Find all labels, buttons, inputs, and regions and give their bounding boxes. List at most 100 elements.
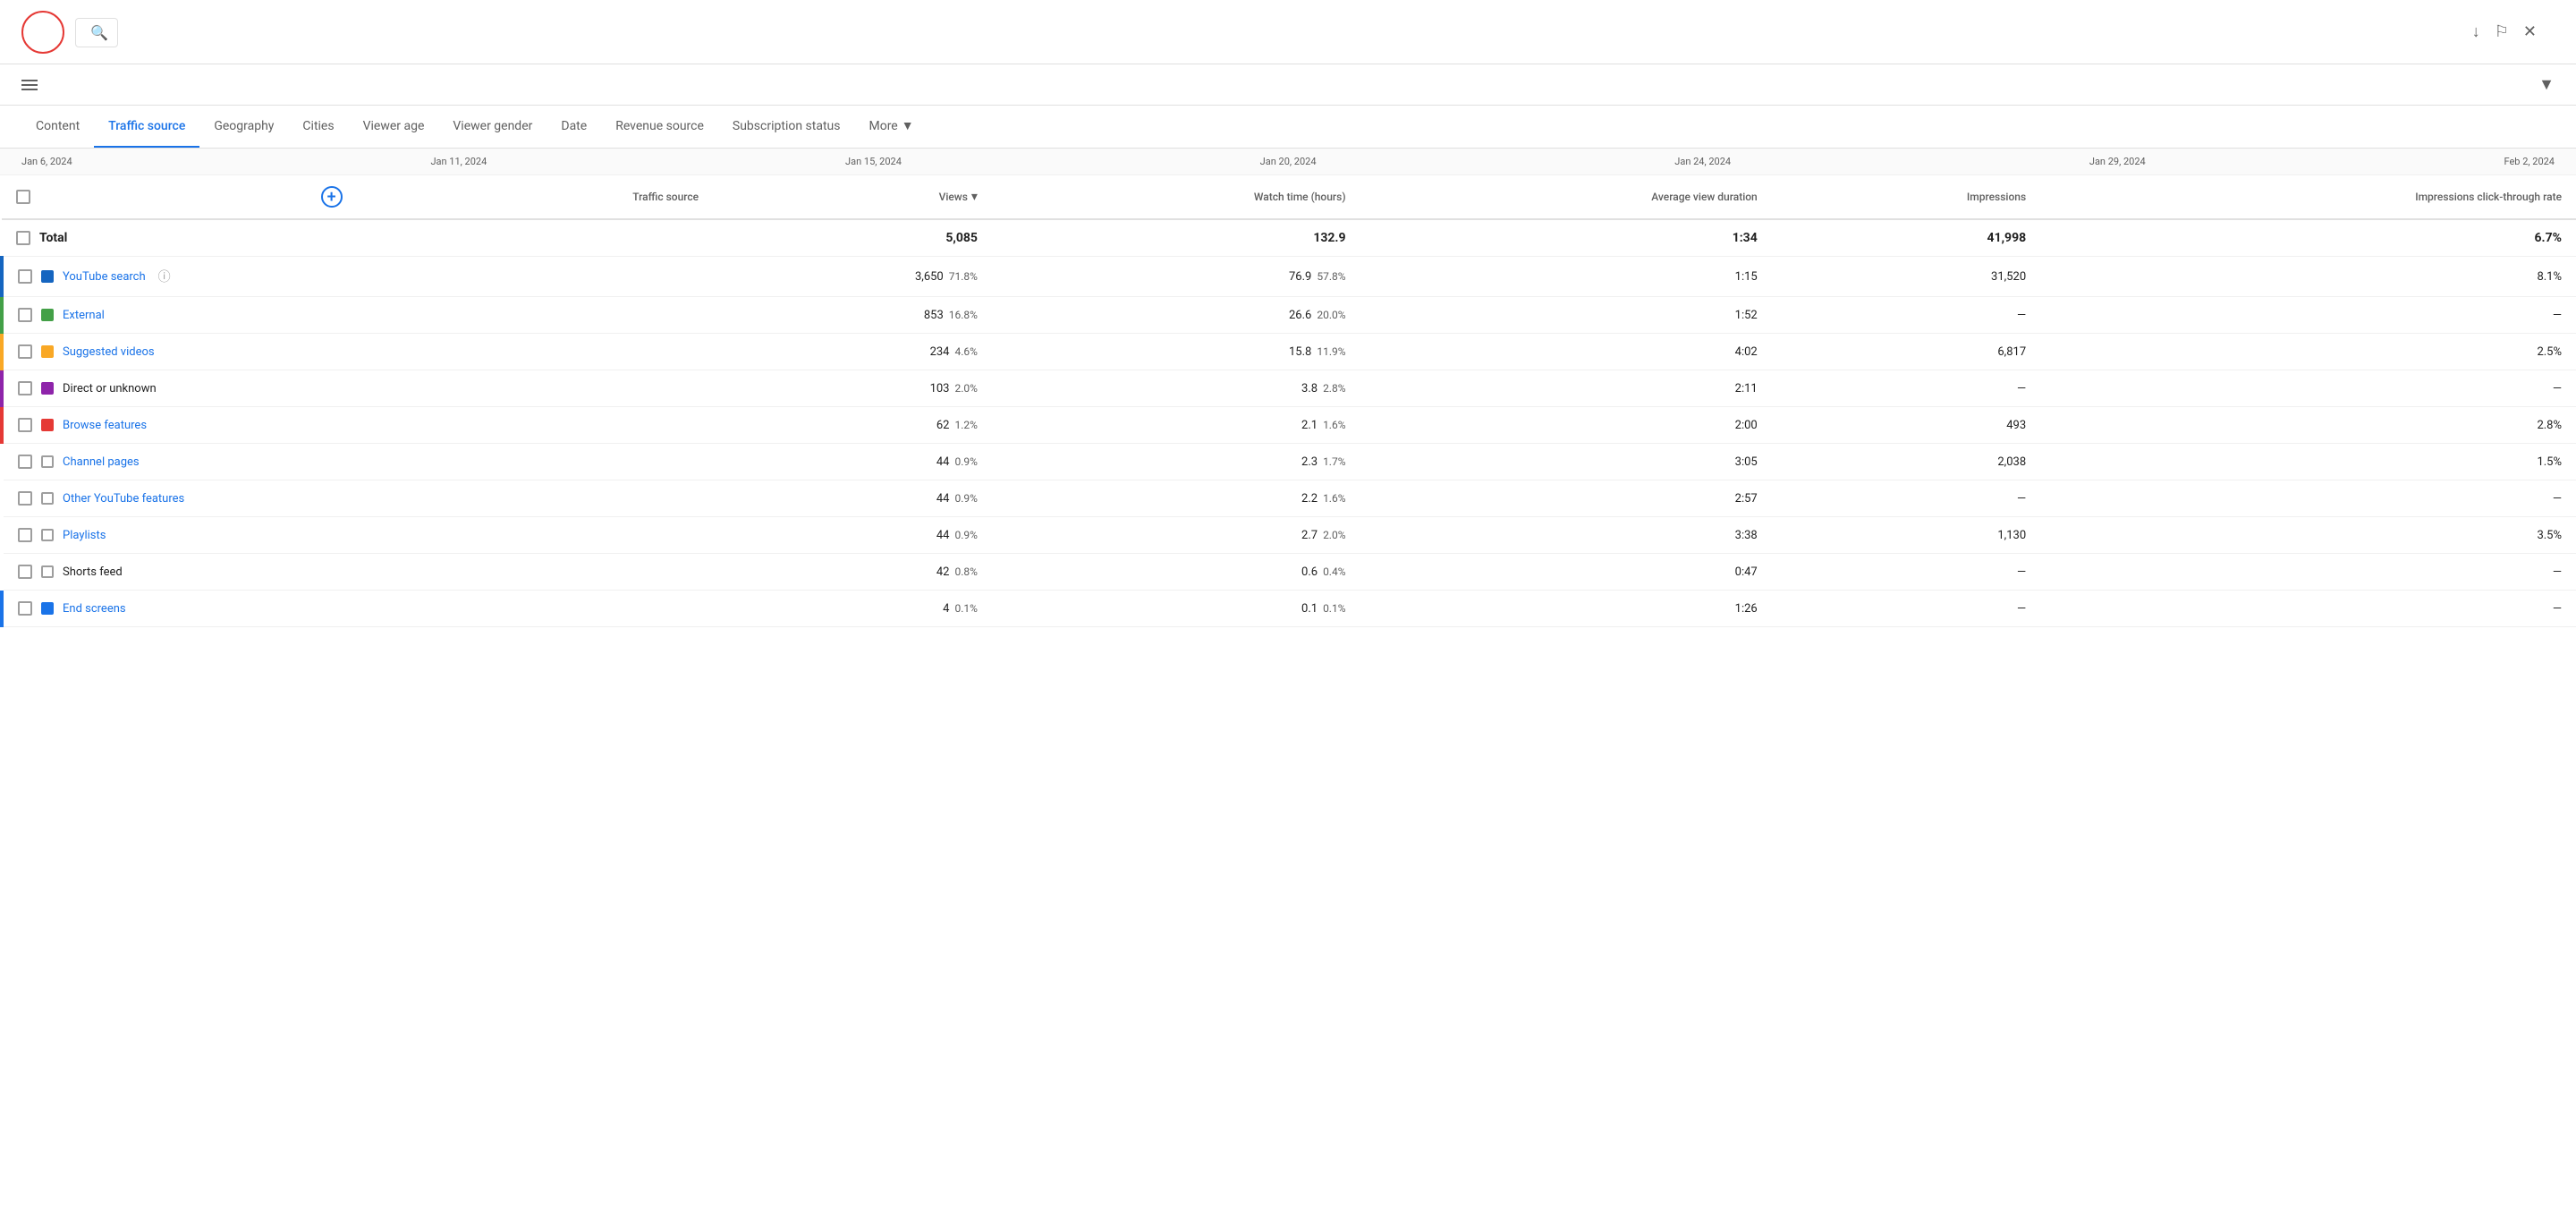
flag-icon[interactable]: ⚐ <box>2495 22 2509 41</box>
row-checkbox[interactable] <box>18 269 32 284</box>
impressions-cell: — <box>1772 480 2040 517</box>
views-cell: 440.9% <box>713 517 992 554</box>
row-checkbox[interactable] <box>18 308 32 322</box>
watch-time-cell: 2.11.6% <box>992 407 1360 444</box>
color-indicator <box>41 270 54 283</box>
date-dropdown-arrow[interactable]: ▼ <box>2538 75 2555 94</box>
row-checkbox[interactable] <box>18 601 32 616</box>
total-impressions: 41,998 <box>1772 219 2040 257</box>
tab-cities[interactable]: Cities <box>288 106 348 149</box>
watch-time-pct: 2.8% <box>1323 382 1345 395</box>
row-checkbox[interactable] <box>18 565 32 579</box>
sort-icon[interactable]: ▾ <box>971 190 978 204</box>
source-cell: Shorts feed <box>2 554 713 591</box>
row-checkbox[interactable] <box>18 528 32 542</box>
ctr-cell: — <box>2040 370 2576 407</box>
source-cell: Suggested videos <box>2 334 713 370</box>
ctr-cell: — <box>2040 480 2576 517</box>
watch-time-pct: 1.6% <box>1323 492 1345 505</box>
header-icons: ↓ ⚐ ✕ <box>2472 22 2537 41</box>
table-row: Direct or unknown 1032.0% 3.82.8% 2:11 —… <box>2 370 2576 407</box>
table-row: External 85316.8% 26.620.0% 1:52 — — <box>2 297 2576 334</box>
source-cell: Other YouTube features <box>2 480 713 517</box>
date-label: Jan 11, 2024 <box>430 156 487 167</box>
views-cell: 2344.6% <box>713 334 992 370</box>
watch-time-cell: 2.21.6% <box>992 480 1360 517</box>
search-icon[interactable]: 🔍 <box>90 24 108 41</box>
download-icon[interactable]: ↓ <box>2472 22 2480 41</box>
impressions-cell: — <box>1772 370 2040 407</box>
filter-icon[interactable] <box>21 80 38 90</box>
impressions-cell: 6,817 <box>1772 334 2040 370</box>
source-link[interactable]: Suggested videos <box>63 345 155 359</box>
source-link[interactable]: Playlists <box>63 529 106 542</box>
source-link[interactable]: YouTube search <box>63 270 146 284</box>
avg-duration-cell: 1:26 <box>1360 591 1772 627</box>
views-pct: 71.8% <box>949 270 978 283</box>
date-label: Jan 24, 2024 <box>1674 156 1731 167</box>
total-checkbox[interactable] <box>16 231 30 245</box>
ctr-cell: 2.8% <box>2040 407 2576 444</box>
source-cell: Direct or unknown <box>2 370 713 407</box>
source-link[interactable]: External <box>63 309 105 322</box>
avg-duration-cell: 2:00 <box>1360 407 1772 444</box>
avg-duration-cell: 1:15 <box>1360 257 1772 297</box>
color-indicator <box>41 455 54 468</box>
views-pct: 2.0% <box>954 382 977 395</box>
total-ctr: 6.7% <box>2040 219 2576 257</box>
date-range-selector[interactable]: ▼ <box>2533 75 2555 94</box>
tab-subscription-status[interactable]: Subscription status <box>718 106 855 149</box>
row-checkbox[interactable] <box>18 455 32 469</box>
tabs-bar: ContentTraffic sourceGeographyCitiesView… <box>0 106 2576 149</box>
views-cell: 40.1% <box>713 591 992 627</box>
add-column-button[interactable]: + <box>321 186 343 208</box>
tab-viewer-age[interactable]: Viewer age <box>349 106 439 149</box>
watch-time-pct: 1.6% <box>1323 419 1345 431</box>
impressions-cell: — <box>1772 591 2040 627</box>
source-cell: External <box>2 297 713 334</box>
tab-viewer-gender[interactable]: Viewer gender <box>438 106 547 149</box>
channel-name-box[interactable]: 🔍 <box>75 18 118 47</box>
views-pct: 1.2% <box>954 419 977 431</box>
table-row: Playlists 440.9% 2.72.0% 3:38 1,130 3.5% <box>2 517 2576 554</box>
source-link[interactable]: End screens <box>63 602 126 616</box>
views-cell: 440.9% <box>713 480 992 517</box>
color-indicator <box>41 602 54 615</box>
tab-date[interactable]: Date <box>547 106 601 149</box>
info-icon[interactable]: ⓘ <box>158 268 171 285</box>
tab-revenue-source[interactable]: Revenue source <box>601 106 718 149</box>
row-checkbox[interactable] <box>18 344 32 359</box>
views-pct: 0.9% <box>954 492 977 505</box>
source-link[interactable]: Other YouTube features <box>63 492 184 506</box>
color-indicator <box>41 529 54 541</box>
close-icon[interactable]: ✕ <box>2523 22 2537 41</box>
tab-traffic-source[interactable]: Traffic source <box>94 106 199 149</box>
color-indicator <box>41 382 54 395</box>
channel-info: 🔍 <box>75 16 118 47</box>
watch-time-cell: 2.31.7% <box>992 444 1360 480</box>
row-checkbox[interactable] <box>18 381 32 395</box>
table-row: Other YouTube features 440.9% 2.21.6% 2:… <box>2 480 2576 517</box>
impressions-cell: — <box>1772 297 2040 334</box>
select-all-checkbox[interactable] <box>16 190 30 204</box>
impressions-cell: 493 <box>1772 407 2040 444</box>
app-header: 🔍 ↓ ⚐ ✕ <box>0 0 2576 64</box>
tab-geography[interactable]: Geography <box>199 106 288 149</box>
total-watch-time: 132.9 <box>992 219 1360 257</box>
traffic-source-table: + Traffic source Views▾Watch time (hours… <box>0 175 2576 627</box>
date-label: Jan 29, 2024 <box>2089 156 2146 167</box>
total-views: 5,085 <box>713 219 992 257</box>
avg-duration-cell: 4:02 <box>1360 334 1772 370</box>
watch-time-pct: 11.9% <box>1317 345 1345 358</box>
total-label: Total <box>39 231 67 245</box>
row-checkbox[interactable] <box>18 491 32 506</box>
row-checkbox[interactable] <box>18 418 32 432</box>
col-header-ctr: Impressions click-through rate <box>2040 175 2576 219</box>
avg-duration-cell: 2:11 <box>1360 370 1772 407</box>
tab-more[interactable]: More ▼ <box>854 106 928 149</box>
watch-time-cell: 2.72.0% <box>992 517 1360 554</box>
source-link[interactable]: Channel pages <box>63 455 140 469</box>
tab-content[interactable]: Content <box>21 106 94 149</box>
watch-time-cell: 0.10.1% <box>992 591 1360 627</box>
source-link[interactable]: Browse features <box>63 419 147 432</box>
